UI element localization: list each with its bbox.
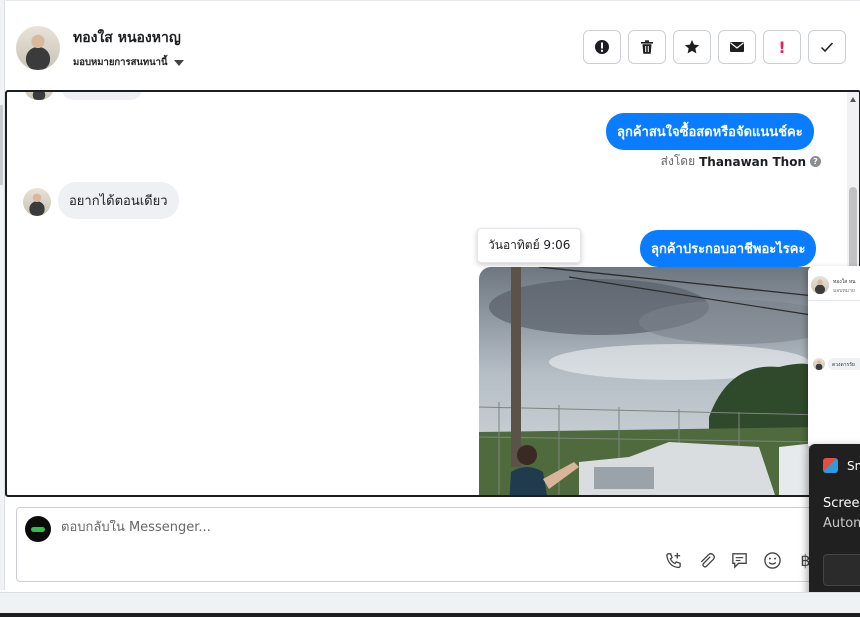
star-button[interactable] — [673, 30, 711, 64]
incoming-message-bubble[interactable]: อยากได้ตอนเดียว — [58, 182, 179, 219]
envelope-icon — [730, 42, 744, 52]
toast-line-1: Screer — [823, 496, 860, 511]
toast-action-button[interactable] — [823, 554, 860, 586]
contact-name[interactable]: ทองใส หนองหาญ — [73, 27, 181, 49]
scroll-up-arrow-icon[interactable] — [850, 97, 856, 102]
reply-input[interactable] — [61, 520, 661, 535]
mini-avatar — [813, 358, 825, 370]
sent-by-prefix: ส่งโดย — [660, 154, 696, 168]
system-notification-toast[interactable]: Sn Screer Autom — [809, 444, 860, 600]
delete-button[interactable] — [628, 30, 666, 64]
message-text: ลุกค้าสนใจซื้อสดหรือจัดแนนช์คะ — [617, 125, 803, 140]
call-add-icon[interactable] — [663, 550, 684, 571]
star-icon — [684, 40, 700, 54]
message-text: อยากได้ตอนเดียว — [69, 194, 168, 209]
outgoing-message-bubble[interactable]: ลุกค้าประกอบอาชีพอะไรคะ — [640, 230, 817, 267]
timestamp-tooltip: วันอาทิตย์ 9:06 — [477, 228, 582, 263]
check-icon — [820, 42, 834, 53]
caret-down-icon — [173, 59, 184, 66]
spam-button[interactable] — [583, 30, 621, 64]
taskbar-edge — [0, 613, 860, 617]
info-icon[interactable]: ? — [810, 156, 821, 167]
mini-avatar — [811, 276, 829, 294]
message-text: ลุกค้าประกอบอาชีพอะไรคะ — [651, 242, 806, 257]
assign-conversation-dropdown[interactable]: มอบหมายการสนทนานี้ — [73, 55, 184, 70]
exclamation-circle-icon — [595, 40, 609, 54]
mini-bubble-text: ดวงดารรัย — [832, 362, 855, 368]
saved-reply-icon[interactable] — [729, 550, 750, 571]
conversation-actions: ! — [583, 30, 846, 64]
page-avatar — [25, 516, 51, 542]
snipping-tool-icon — [823, 458, 838, 473]
sent-by-agent-name: Thanawan Thon — [699, 154, 806, 169]
incoming-message-bubble[interactable] — [62, 92, 142, 100]
toast-title: Sn — [847, 459, 860, 473]
trash-icon — [641, 40, 653, 54]
reply-composer: ฿ — [16, 507, 828, 582]
mark-unread-button[interactable] — [718, 30, 756, 64]
sender-avatar[interactable] — [23, 188, 51, 216]
exclamation-icon: ! — [778, 37, 786, 57]
mark-done-button[interactable] — [808, 30, 846, 64]
message-thread[interactable]: ลุกค้าสนใจซื้อสดหรือจัดแนนช์คะ ส่งโดย Th… — [5, 90, 860, 497]
assign-label: มอบหมายการสนทนานี้ — [73, 57, 168, 68]
toast-line-2: Autom — [823, 516, 860, 531]
contact-avatar[interactable] — [16, 26, 60, 70]
sent-by-label: ส่งโดย Thanawan Thon ? — [661, 152, 821, 171]
outgoing-message-bubble[interactable]: ลุกค้าสนใจซื้อสดหรือจัดแนนช์คะ — [606, 113, 814, 150]
mini-header-text: ทองใส หน — [833, 279, 856, 285]
conversation-header: ทองใส หนองหาญ มอบหมายการสนทนานี้ ! — [6, 0, 860, 90]
paperclip-icon[interactable] — [696, 550, 717, 571]
messenger-inbox-window: ทองใส หนองหาญ มอบหมายการสนทนานี้ ! ลุกค้… — [0, 0, 860, 617]
sender-avatar — [25, 92, 53, 100]
composer-toolbar: ฿ — [663, 550, 816, 571]
mini-chat-window[interactable]: ทองใส หน มอบหมาย ดวงดารรัย — [808, 266, 860, 446]
photo-image — [479, 267, 824, 495]
emoji-icon[interactable] — [762, 550, 783, 571]
gutter-tab[interactable] — [0, 105, 3, 185]
photo-attachment[interactable] — [479, 267, 824, 495]
mini-subtext: มอบหมาย — [833, 288, 855, 294]
follow-up-button[interactable]: ! — [763, 30, 801, 64]
